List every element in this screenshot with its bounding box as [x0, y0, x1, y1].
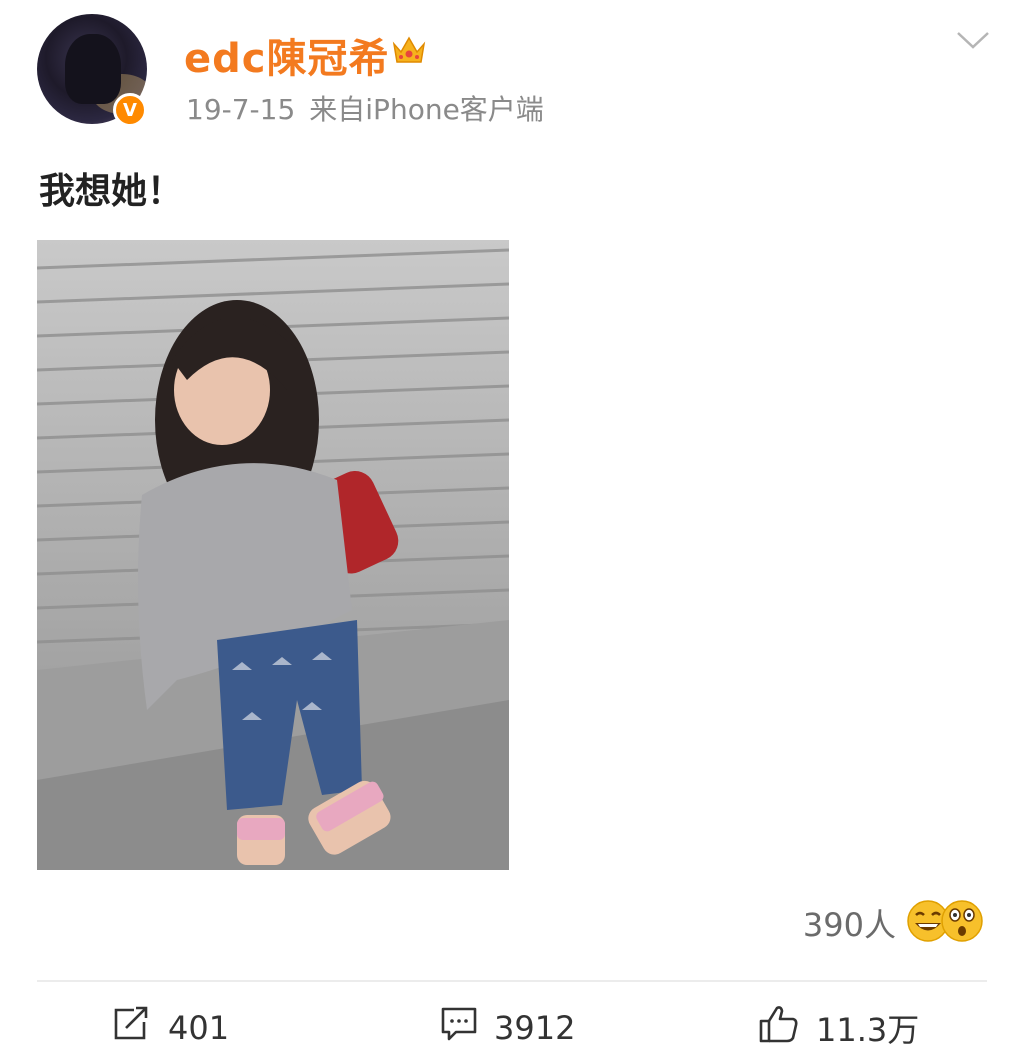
post-date: 19-7-15 — [186, 93, 296, 126]
repost-icon — [112, 1006, 152, 1050]
verified-badge: V — [113, 93, 147, 127]
username[interactable]: edc陳冠希 — [184, 26, 389, 84]
comment-count: 3912 — [494, 1009, 576, 1047]
crown-icon — [390, 30, 428, 72]
thumbs-up-icon — [758, 1004, 800, 1052]
repost-count: 401 — [168, 1009, 230, 1047]
divider — [37, 980, 987, 982]
post-text: 我想她！ — [39, 171, 184, 212]
chevron-down-icon[interactable] — [956, 30, 990, 50]
like-button[interactable]: 11.3万 — [758, 1006, 919, 1050]
post-meta: 19-7-15 来自iPhone客户端 — [186, 88, 544, 128]
grin-emoji-icon — [906, 898, 984, 948]
comment-button[interactable]: 3912 — [440, 1006, 575, 1050]
avatar-figure — [65, 34, 121, 104]
post-source: 来自iPhone客户端 — [309, 93, 544, 126]
like-count: 11.3万 — [816, 1011, 920, 1049]
reaction-count: 390人 — [802, 906, 896, 944]
comment-icon — [440, 1006, 478, 1050]
reactions[interactable]: 390人 — [803, 898, 984, 948]
repost-button[interactable]: 401 — [112, 1006, 229, 1050]
post-photo[interactable] — [37, 240, 509, 870]
